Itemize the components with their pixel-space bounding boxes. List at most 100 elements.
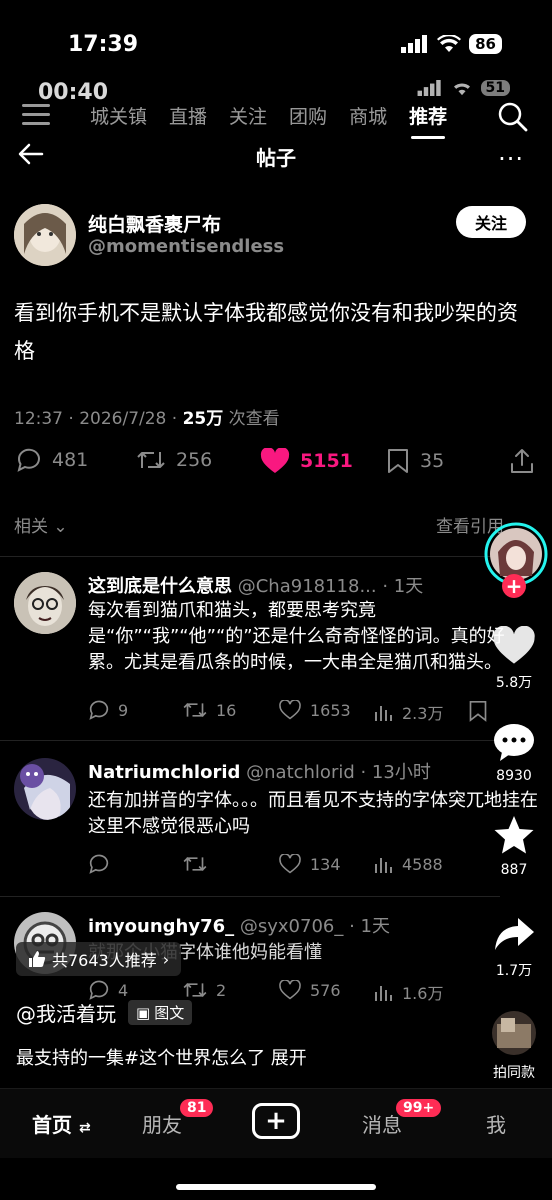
image-text-tag: ▣ 图文	[128, 1000, 193, 1025]
reply-reply-button[interactable]: 4	[88, 980, 128, 1000]
nav-friends[interactable]: 朋友	[142, 1109, 182, 1138]
reply-like-button[interactable]: 576	[278, 980, 341, 1000]
menu-icon[interactable]	[22, 104, 50, 131]
reply-views[interactable]: 2.3万	[374, 700, 443, 724]
reply-repost-button[interactable]	[182, 854, 208, 874]
related-label: 相关	[14, 517, 48, 537]
image-text-icon: ▣	[136, 1003, 151, 1022]
reply-text: 每次看到猫爪和猫头，都要思考究竟是“你”“我”“他”“的”还是什么奇奇怪怪的词。…	[88, 600, 505, 673]
reply-reply-count: 4	[118, 980, 129, 1000]
nav-messages-label: 消息	[362, 1113, 402, 1137]
post-header: 帖子 ...	[0, 138, 552, 174]
caption[interactable]: 最支持的一集#这个世界怎么了 展开	[16, 1044, 307, 1070]
reply-view-count: 2.3万	[402, 704, 444, 723]
reply-handle[interactable]: @syx0706_ · 1天	[240, 916, 390, 937]
repost-icon	[183, 702, 207, 718]
reply-handle[interactable]: @natchlorid · 13小时	[246, 762, 431, 783]
reply-views[interactable]: 1.6万	[374, 980, 443, 1004]
reply-reply-button[interactable]: 9	[88, 700, 128, 720]
bookmark-icon	[469, 701, 487, 722]
recommend-pill[interactable]: 共7643人推荐 ›	[16, 942, 182, 976]
reply-like-button[interactable]: 1653	[278, 700, 351, 720]
reply-item[interactable]	[14, 572, 76, 634]
more-icon[interactable]: ...	[498, 138, 524, 166]
follow-button[interactable]: 关注	[456, 206, 526, 238]
music-disc-icon	[492, 1011, 536, 1055]
reply-button[interactable]: 481	[16, 448, 88, 472]
divider	[0, 556, 500, 557]
comment-icon	[494, 724, 534, 761]
douyin-share-button[interactable]: 1.7万	[484, 914, 544, 980]
views-bar-icon	[375, 986, 392, 1001]
reply-bookmark-button[interactable]	[468, 700, 488, 722]
reply-repost-button[interactable]: 16	[182, 700, 236, 720]
like-button[interactable]: 5151	[260, 448, 353, 474]
tab-following[interactable]: 关注	[229, 102, 267, 129]
reply-name[interactable]: Natriumchlorid	[88, 762, 240, 783]
reply-item[interactable]	[14, 758, 76, 820]
heart-filled-icon	[260, 448, 290, 473]
recommend-text: 共7643人推荐	[52, 951, 157, 970]
reply-avatar[interactable]	[14, 758, 76, 820]
douyin-comment-button[interactable]: 8930	[484, 722, 544, 784]
repost-button[interactable]: 256	[136, 448, 212, 472]
reply-header: Natriumchlorid @natchlorid · 13小时	[88, 758, 431, 784]
inner-signal-icon	[417, 80, 441, 96]
tab-live[interactable]: 直播	[169, 102, 207, 129]
same-style-button[interactable]: 拍同款	[484, 1010, 544, 1082]
nav-home[interactable]: 首页 ⇄	[32, 1109, 91, 1138]
reply-views[interactable]: 4588	[374, 854, 443, 874]
reply-action-bar: 134 4588	[88, 854, 488, 878]
views-bar-icon	[375, 706, 392, 721]
signal-icon	[401, 35, 428, 53]
reply-name[interactable]: 这到底是什么意思	[88, 576, 232, 597]
creator-avatar-button[interactable]: +	[484, 522, 548, 598]
reply-handle[interactable]: @Cha918118... · 1天	[238, 576, 424, 597]
search-icon[interactable]	[498, 102, 528, 132]
post-view-count: 25万	[182, 409, 224, 429]
star-icon	[494, 816, 534, 854]
tab-recommend[interactable]: 推荐	[409, 102, 447, 139]
nav-me[interactable]: 我	[486, 1109, 506, 1138]
nav-messages[interactable]: 消息	[362, 1109, 402, 1138]
share-button[interactable]	[510, 448, 534, 474]
douyin-favorite-button[interactable]: 887	[484, 814, 544, 878]
author-name[interactable]: 纯白飘香裹尸布	[88, 210, 221, 237]
wifi-icon	[437, 35, 462, 52]
tab-group-buy[interactable]: 团购	[289, 102, 327, 129]
reply-like-count: 134	[310, 854, 341, 874]
heart-icon	[279, 980, 301, 1000]
reply-reply-button[interactable]	[88, 854, 110, 874]
reply-name[interactable]: imyounghy76_	[88, 916, 234, 937]
bottom-nav: 首页 ⇄ 朋友 81 + 消息 99+ 我	[0, 1088, 552, 1158]
channel-name[interactable]: @我活着玩	[16, 998, 116, 1027]
reply-reply-count: 9	[118, 700, 129, 720]
heart-icon	[493, 625, 535, 664]
reply-like-button[interactable]: 134	[278, 854, 341, 874]
divider	[0, 740, 500, 741]
thumbs-up-icon	[29, 951, 46, 967]
inner-wifi-icon	[453, 83, 470, 96]
post-views-label: 次查看	[223, 409, 280, 429]
chevron-down-icon: ⌄	[53, 517, 68, 537]
tab-local[interactable]: 城关镇	[90, 102, 147, 129]
douyin-favorite-count: 887	[500, 862, 528, 878]
create-button[interactable]: +	[252, 1103, 300, 1139]
reply-avatar[interactable]	[14, 572, 76, 634]
reply-repost-button[interactable]: 2	[182, 980, 226, 1000]
nav-home-label: 首页	[32, 1113, 72, 1137]
post-meta: 12:37 · 2026/7/28 · 25万 次查看	[14, 404, 280, 429]
messages-badge: 99+	[396, 1099, 442, 1117]
reply-header: 这到底是什么意思 @Cha918118... · 1天	[88, 572, 423, 598]
reply-icon	[17, 448, 40, 472]
follow-plus-icon[interactable]: +	[502, 574, 526, 598]
bookmark-button[interactable]: 35	[386, 448, 444, 474]
repost-count: 256	[176, 449, 213, 471]
image-text-label: 图文	[154, 1004, 185, 1022]
author-handle[interactable]: @momentisendless	[88, 236, 284, 257]
douyin-like-button[interactable]: 5.8万	[484, 625, 544, 692]
tab-mall[interactable]: 商城	[349, 102, 387, 129]
related-toggle[interactable]: 相关 ⌄	[14, 512, 68, 537]
reply-view-count: 4588	[402, 854, 443, 874]
author-avatar[interactable]	[14, 204, 76, 266]
